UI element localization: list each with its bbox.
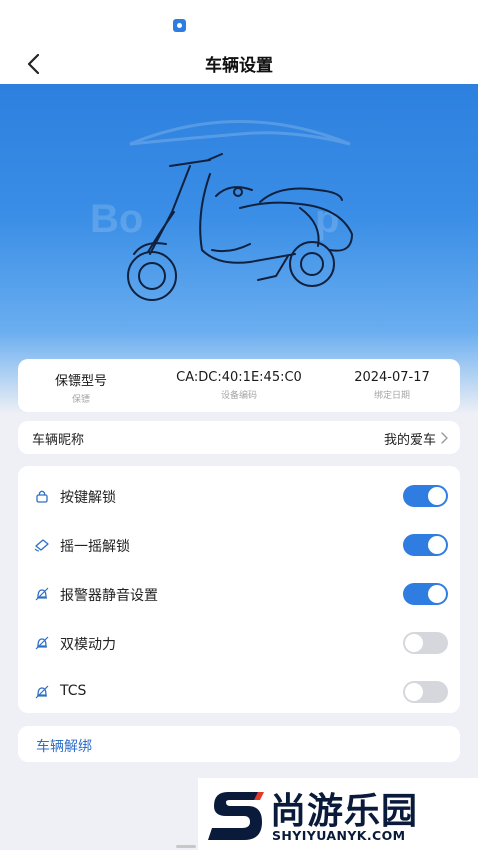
nav-bar: 车辆设置 xyxy=(0,44,478,84)
tcs-toggle[interactable] xyxy=(403,681,448,703)
mute-bell-icon xyxy=(35,685,49,699)
key-unlock-toggle[interactable] xyxy=(403,485,448,507)
notification-icon xyxy=(173,19,186,32)
watermark-url: SHYIYUANYK.COM xyxy=(272,828,406,843)
device-code-value: CA:DC:40:1E:45:C0 xyxy=(176,370,302,385)
watermark-brand: 尚游乐园 xyxy=(270,791,419,832)
setting-label: 双模动力 xyxy=(60,637,116,653)
site-watermark: 尚游乐园 SHYIYUANYK.COM xyxy=(198,778,478,850)
model-value: 保镖型号 xyxy=(54,374,107,389)
lock-icon xyxy=(36,490,48,503)
shake-unlock-toggle[interactable] xyxy=(403,534,448,556)
nickname-row[interactable]: 车辆昵称 我的爱车 xyxy=(18,421,460,454)
setting-label: 报警器静音设置 xyxy=(60,588,158,604)
setting-row-dual-power: 双模动力 xyxy=(18,619,460,668)
model-label: 保镖 xyxy=(71,395,90,405)
nickname-value: 我的爱车 xyxy=(383,433,436,448)
page-title: 车辆设置 xyxy=(205,56,273,76)
scooter-illustration: Bo p xyxy=(90,120,353,301)
model-info: 保镖型号 保镖 xyxy=(36,370,126,405)
chevron-right-icon xyxy=(441,432,448,444)
settings-card: 按键解锁 摇一摇解锁 报警器静音设置 双模动力 TCS xyxy=(18,466,460,713)
bind-date-label: 绑定日期 xyxy=(373,391,410,401)
mute-bell-icon xyxy=(35,587,49,601)
device-info-card: 保镖型号 保镖 CA:DC:40:1E:45:C0 设备编码 2024-07-1… xyxy=(18,359,460,412)
setting-label: TCS xyxy=(60,683,87,699)
setting-row-key-unlock: 按键解锁 xyxy=(18,472,460,521)
device-code-label: 设备编码 xyxy=(220,391,257,401)
home-indicator xyxy=(176,845,196,848)
setting-row-shake-unlock: 摇一摇解锁 xyxy=(18,521,460,570)
svg-text:Bo: Bo xyxy=(90,197,143,241)
shake-icon xyxy=(34,539,49,552)
watermark-logo xyxy=(208,792,264,840)
dual-power-toggle[interactable] xyxy=(403,632,448,654)
setting-row-tcs: TCS xyxy=(18,668,460,717)
nickname-label: 车辆昵称 xyxy=(32,433,85,448)
mute-bell-icon xyxy=(35,636,49,650)
unbind-button[interactable]: 车辆解绑 xyxy=(18,726,460,762)
setting-label: 按键解锁 xyxy=(60,490,116,506)
unbind-label: 车辆解绑 xyxy=(36,739,92,755)
setting-label: 摇一摇解锁 xyxy=(60,539,130,555)
bind-date-info: 2024-07-17 绑定日期 xyxy=(344,370,440,401)
status-bar xyxy=(0,0,478,44)
setting-row-alarm-mute: 报警器静音设置 xyxy=(18,570,460,619)
bind-date-value: 2024-07-17 xyxy=(354,370,430,385)
alarm-mute-toggle[interactable] xyxy=(403,583,448,605)
device-code-info: CA:DC:40:1E:45:C0 设备编码 xyxy=(154,370,324,401)
